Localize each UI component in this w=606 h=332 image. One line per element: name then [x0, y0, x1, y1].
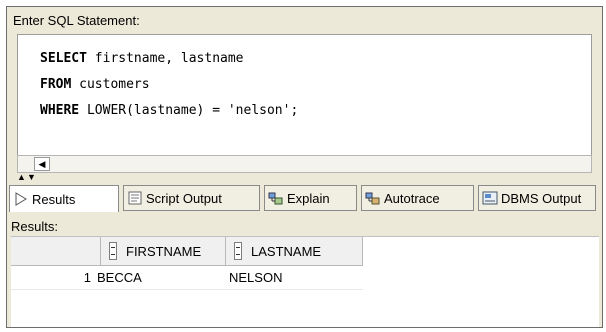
row-number: 1	[83, 270, 91, 285]
row-number-header	[11, 237, 101, 266]
sql-worksheet-panel: Enter SQL Statement: SELECT firstname, l…	[6, 6, 603, 328]
column-header-label: LASTNAME	[251, 243, 322, 259]
tab-autotrace[interactable]: Autotrace	[361, 185, 474, 211]
tab-script-output[interactable]: Script Output	[123, 185, 260, 211]
column-header-firstname[interactable]: FIRSTNAME	[101, 237, 226, 266]
sql-editor[interactable]: SELECT firstname, lastname FROM customer…	[17, 34, 592, 156]
play-arrow-icon	[15, 192, 27, 206]
sql-keyword: SELECT	[40, 51, 87, 66]
sql-text: customers	[71, 77, 150, 92]
column-header-label: FIRSTNAME	[126, 243, 202, 259]
tab-dbms-output[interactable]: DBMS Output	[478, 185, 596, 211]
enter-sql-label: Enter SQL Statement:	[13, 13, 140, 28]
cell-firstname[interactable]: BECCA	[97, 266, 142, 290]
column-header-lastname[interactable]: LASTNAME	[226, 237, 363, 266]
tab-results[interactable]: Results	[9, 185, 119, 212]
dbms-output-icon	[482, 191, 498, 205]
sql-keyword: WHERE	[40, 103, 80, 118]
sql-line-3: WHERE LOWER(lastname) = 'nelson';	[40, 103, 298, 118]
tab-label: Results	[32, 191, 76, 207]
results-grid: FIRSTNAME LASTNAME 1 BECCA NELSON	[11, 236, 599, 327]
collapse-up-icon[interactable]: ▲	[17, 173, 26, 182]
tab-explain[interactable]: Explain	[264, 185, 357, 211]
editor-horizontal-scrollbar[interactable]: ◀	[17, 155, 592, 173]
cell-lastname[interactable]: NELSON	[229, 266, 282, 290]
tab-label: DBMS Output	[501, 190, 582, 206]
scroll-left-icon[interactable]: ◀	[34, 157, 50, 171]
tab-label: Explain	[287, 190, 330, 206]
sql-line-1: SELECT firstname, lastname	[40, 51, 244, 66]
table-row[interactable]	[11, 266, 363, 290]
autotrace-icon	[365, 192, 380, 205]
script-document-icon	[128, 191, 142, 205]
sort-icon[interactable]	[234, 242, 242, 260]
sql-text: firstname, lastname	[86, 51, 244, 66]
results-label: Results:	[11, 219, 58, 234]
explain-plan-icon	[268, 192, 283, 205]
panel-splitter[interactable]: ▲ ▼	[11, 173, 599, 183]
tab-label: Script Output	[146, 190, 222, 206]
output-tabs: Results Script Output Explain Autotrace …	[9, 185, 601, 212]
expand-down-icon[interactable]: ▼	[27, 173, 36, 182]
sql-text: LOWER(lastname) = 'nelson';	[79, 103, 299, 118]
sql-keyword: FROM	[40, 77, 72, 92]
tab-label: Autotrace	[384, 190, 440, 206]
sort-icon[interactable]	[109, 242, 117, 260]
sql-line-2: FROM customers	[40, 77, 150, 92]
